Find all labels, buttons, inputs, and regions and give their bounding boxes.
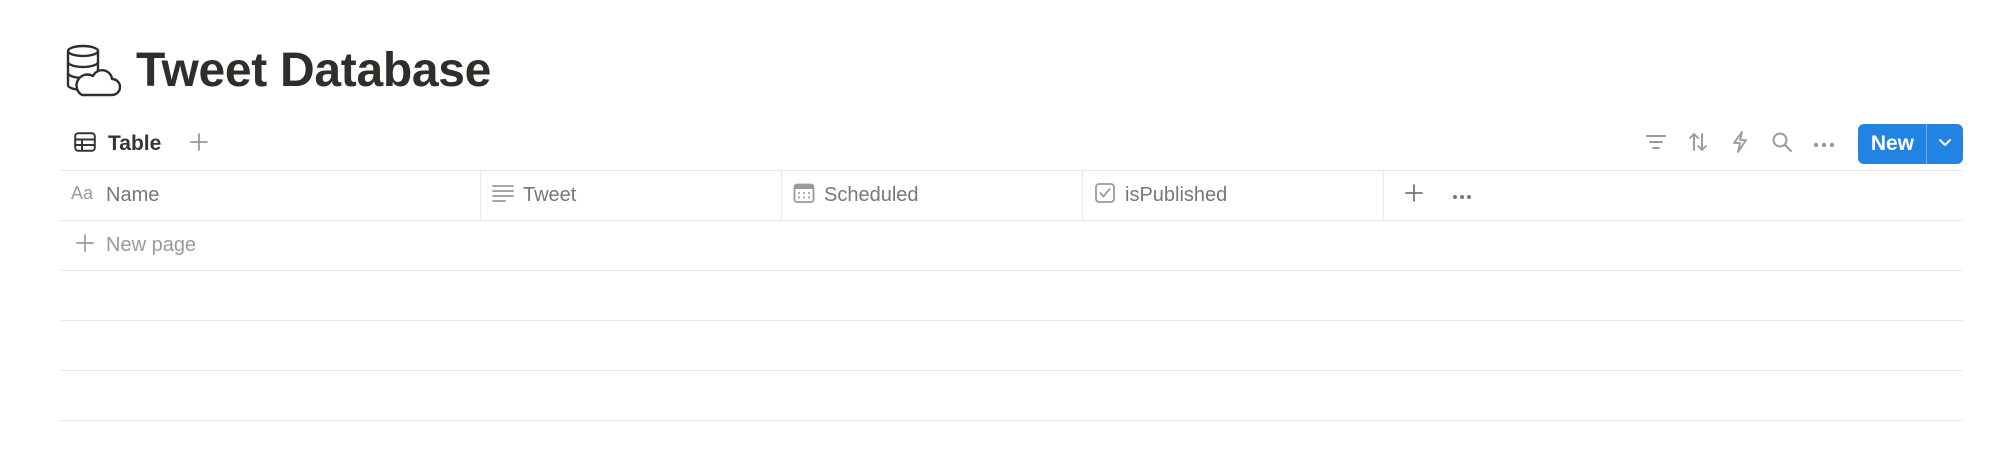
column-header-tweet[interactable]: Tweet (481, 171, 782, 220)
new-page-row: New page (60, 221, 1963, 271)
search-button[interactable] (1764, 126, 1800, 162)
table-row (60, 271, 1963, 321)
title-property-icon: Aa (71, 183, 97, 208)
filter-button[interactable] (1638, 126, 1674, 162)
page-title: Tweet Database (136, 43, 492, 97)
plus-icon (189, 132, 209, 157)
table-icon (74, 131, 96, 157)
tab-table[interactable]: Table (60, 124, 175, 164)
new-button: New (1857, 124, 1963, 164)
column-label: Scheduled (824, 184, 919, 206)
column-options-button[interactable] (1444, 178, 1480, 214)
table-row (60, 321, 1963, 371)
database-cloud-icon[interactable] (60, 39, 122, 101)
page-header: Tweet Database (60, 38, 491, 102)
search-icon (1771, 131, 1793, 158)
tab-table-label: Table (108, 132, 162, 155)
date-property-icon (793, 182, 815, 209)
new-button-dropdown[interactable] (1926, 124, 1963, 164)
column-actions (1384, 171, 1492, 220)
plus-icon (76, 234, 94, 257)
toolbar: New (1632, 124, 1963, 164)
new-page-button[interactable]: New page (60, 234, 196, 257)
chevron-down-icon (1938, 135, 1952, 153)
automations-button[interactable] (1722, 126, 1758, 162)
more-icon (1813, 135, 1835, 153)
sort-button[interactable] (1680, 126, 1716, 162)
table-row (60, 371, 1963, 421)
plus-icon (1404, 183, 1424, 208)
svg-text:Aa: Aa (71, 183, 94, 203)
column-label: Name (106, 184, 160, 206)
new-page-label: New page (106, 234, 197, 256)
more-icon (1452, 187, 1472, 205)
column-header-scheduled[interactable]: Scheduled (782, 171, 1083, 220)
column-header-ispublished[interactable]: isPublished (1083, 171, 1384, 220)
filter-icon (1645, 133, 1667, 156)
more-options-button[interactable] (1806, 126, 1842, 162)
view-bar: Table New (60, 118, 1963, 170)
add-view-button[interactable] (181, 126, 217, 162)
text-property-icon (492, 183, 514, 208)
table-header-row: Aa Name Tweet Scheduled isPublished (60, 170, 1963, 221)
checkbox-property-icon (1094, 182, 1116, 209)
column-header-name[interactable]: Aa Name (60, 171, 481, 220)
add-column-button[interactable] (1396, 178, 1432, 214)
lightning-icon (1731, 130, 1749, 158)
database-table: Aa Name Tweet Scheduled isPublished New … (60, 170, 1963, 421)
column-label: Tweet (523, 184, 577, 206)
new-button-main[interactable]: New (1858, 124, 1926, 164)
sort-icon (1687, 131, 1709, 158)
column-label: isPublished (1125, 184, 1228, 206)
